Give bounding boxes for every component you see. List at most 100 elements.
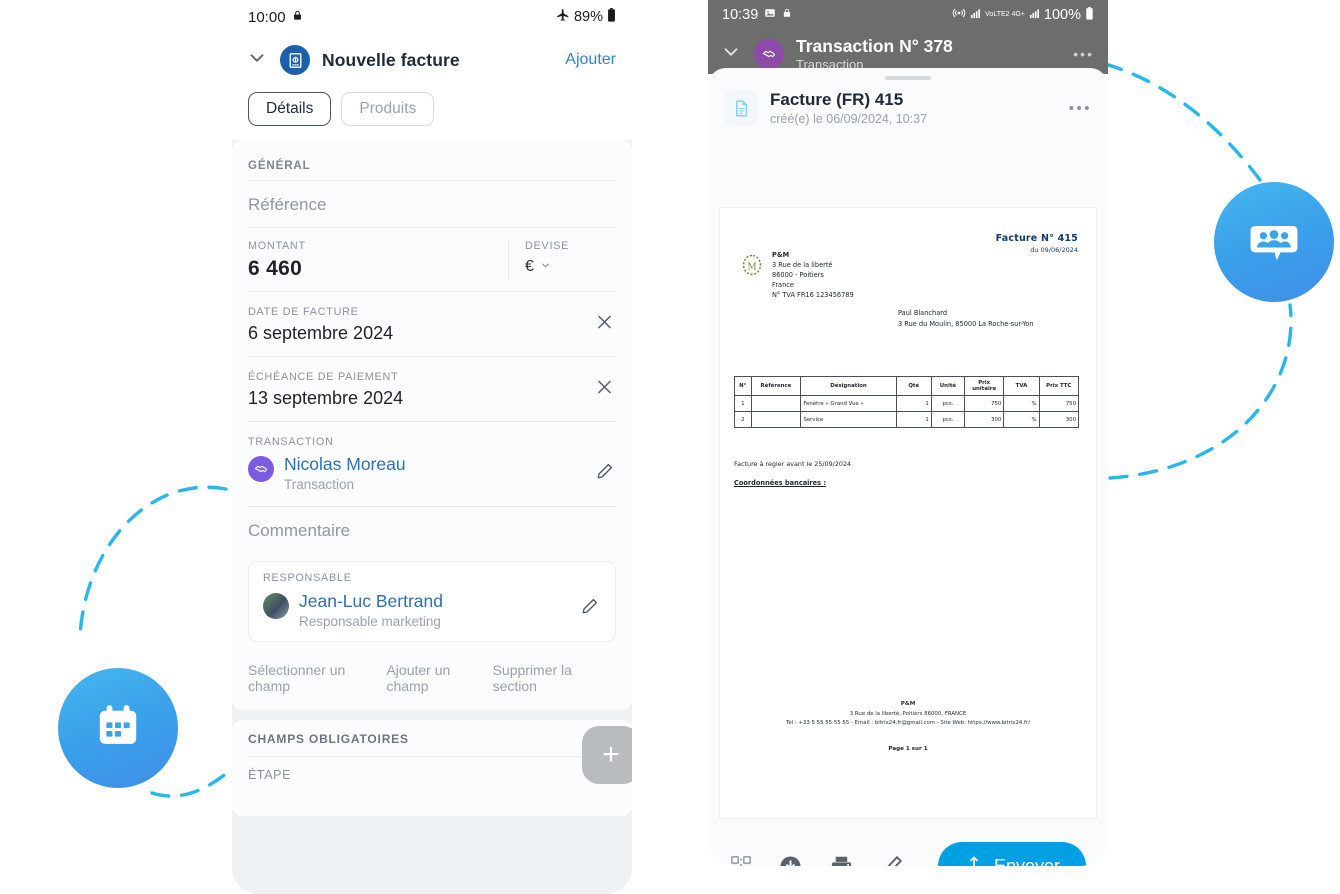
calendar-badge xyxy=(58,668,178,788)
chevron-down-icon[interactable] xyxy=(540,258,551,276)
pencil-icon[interactable] xyxy=(880,854,904,866)
clear-invoice-date-icon[interactable] xyxy=(595,313,614,336)
file-title: Facture (FR) 415 xyxy=(770,90,904,109)
th-unitprice: Prix unitaire xyxy=(963,375,1005,397)
battery-percent: 100% xyxy=(1043,7,1081,23)
responsible-label: RESPONSABLE xyxy=(263,572,352,584)
cell-designation: Fenêtre « Grand Vue » xyxy=(800,395,897,413)
invoice-date-field[interactable]: DATE DE FACTURE 6 septembre 2024 xyxy=(248,292,616,356)
cell-vat: % xyxy=(1003,411,1040,429)
edit-transaction-icon[interactable] xyxy=(596,462,614,485)
table-header-row: N° Référence Désignation Qté Unité Prix … xyxy=(734,375,1080,397)
send-button-label: Envoyer xyxy=(993,855,1060,867)
calendar-icon xyxy=(90,700,146,756)
document-icon xyxy=(724,91,758,125)
phone-right: 10:39 VoLTE2 4G+ 100% Transaction N° 378… xyxy=(708,0,1108,866)
more-horizontal-icon[interactable]: ••• xyxy=(1069,100,1092,117)
sheet-grabber[interactable] xyxy=(885,76,931,80)
send-button[interactable]: Envoyer xyxy=(937,842,1086,867)
amount-value: 6 460 xyxy=(248,257,303,280)
select-field-link[interactable]: Sélectionner un champ xyxy=(248,662,386,694)
printer-icon[interactable] xyxy=(829,854,854,866)
group-chat-badge xyxy=(1214,182,1334,302)
transaction-name[interactable]: Nicolas Moreau xyxy=(284,454,406,474)
seller-line: N° TVA FR16 123456789 xyxy=(772,291,854,300)
cell-designation: Service xyxy=(800,411,897,429)
tab-bar: Détails Produits xyxy=(232,82,632,140)
comment-placeholder: Commentaire xyxy=(248,521,351,540)
section-required-label: CHAMPS OBLIGATOIRES xyxy=(248,732,409,746)
buyer-line: 3 Rue du Moulin, 85000 La Roche-sur-Yon xyxy=(898,319,1034,328)
handshake-icon xyxy=(754,39,784,69)
right-phone-dim-header: 10:39 VoLTE2 4G+ 100% Transaction N° 378… xyxy=(708,0,1108,74)
transaction-title: Transaction N° 378 xyxy=(796,36,953,56)
tab-details[interactable]: Détails xyxy=(248,92,332,126)
footer-line: 3 Rue de la liberté, Poitiers 86000, FRA… xyxy=(849,710,967,717)
comment-field[interactable]: Commentaire xyxy=(248,507,616,553)
th-ref: Référence xyxy=(750,375,802,397)
responsible-role: Responsable marketing xyxy=(299,614,441,629)
invoice-number: Facture N° 415 xyxy=(995,233,1078,244)
battery-icon xyxy=(1085,6,1094,24)
section-actions: Sélectionner un champ Ajouter un champ S… xyxy=(248,648,616,710)
add-button[interactable]: Ajouter xyxy=(565,51,616,69)
currency-field[interactable]: DEVISE € xyxy=(508,240,616,281)
network-label: VoLTE2 4G+ xyxy=(985,11,1025,19)
cell-ref xyxy=(750,411,802,429)
signal-icon xyxy=(970,7,981,23)
battery-percent: 89% xyxy=(573,9,603,25)
status-bar-left: 10:00 89% xyxy=(232,0,632,34)
document-toolbar: Envoyer xyxy=(708,830,1108,866)
document-footer: P&M 3 Rue de la liberté, Poitiers 86000,… xyxy=(720,700,1096,728)
handshake-icon xyxy=(248,456,274,482)
lock-icon xyxy=(292,9,303,26)
tab-produits[interactable]: Produits xyxy=(341,92,435,126)
image-icon xyxy=(764,7,776,23)
responsible-card[interactable]: RESPONSABLE Jean-Luc Bertrand Responsabl… xyxy=(248,561,616,642)
edit-responsible-icon[interactable] xyxy=(581,597,599,620)
company-logo-icon: M xyxy=(742,254,762,276)
screenshot-stage: 10:00 89% Nouvelle facture Ajouter Détai… xyxy=(0,0,1340,894)
transaction-field[interactable]: TRANSACTION Nicolas Moreau Transaction xyxy=(248,422,616,506)
payment-note: Facture à regler avant le 25/09/2024 xyxy=(734,460,852,468)
cell-vat: % xyxy=(1003,395,1040,413)
cell-unit: pcs. xyxy=(930,395,966,413)
invoice-heading: Facture N° 415 du 09/06/2024 xyxy=(996,226,1078,254)
svg-text:M: M xyxy=(747,263,756,273)
responsible-name[interactable]: Jean-Luc Bertrand xyxy=(299,591,443,611)
th-unit: Unité xyxy=(930,375,966,397)
document-sheet: Facture (FR) 415 créé(e) le 06/09/2024, … xyxy=(708,68,1108,866)
avatar xyxy=(263,593,289,619)
status-bar-right: 10:39 VoLTE2 4G+ 100% xyxy=(708,0,1108,30)
file-header: Facture (FR) 415 créé(e) le 06/09/2024, … xyxy=(708,84,1108,138)
seller-line: P&M xyxy=(772,251,790,259)
due-date-field[interactable]: ÉCHÉANCE DE PAIEMENT 13 septembre 2024 xyxy=(248,357,616,421)
section-general-label: GÉNÉRAL xyxy=(248,160,311,172)
reference-field[interactable]: Référence xyxy=(248,181,616,227)
signal-icon-2 xyxy=(1029,7,1040,23)
delete-section-link[interactable]: Supprimer la section xyxy=(493,662,616,694)
invoice-preview[interactable]: Facture N° 415 du 09/06/2024 M P&M 3 Rue… xyxy=(720,208,1096,818)
download-circle-icon[interactable] xyxy=(778,854,803,866)
more-horizontal-icon[interactable]: ••• xyxy=(1073,46,1094,62)
chevron-down-icon[interactable] xyxy=(720,41,742,68)
reference-placeholder: Référence xyxy=(248,195,327,214)
amount-label: MONTANT xyxy=(248,240,306,252)
buyer-address: Paul Blanchard 3 Rue du Moulin, 85000 La… xyxy=(898,308,1034,329)
qr-code-icon[interactable] xyxy=(730,855,752,866)
page-number: Page 1 sur 1 xyxy=(888,746,928,752)
left-phone-header: Nouvelle facture Ajouter xyxy=(232,34,632,82)
add-field-link[interactable]: Ajouter un champ xyxy=(386,662,492,694)
seller-line: France xyxy=(772,281,794,290)
cell-num: 1 xyxy=(734,395,752,413)
lock-icon xyxy=(782,7,792,23)
currency-label: DEVISE xyxy=(525,240,570,252)
chevron-down-icon[interactable] xyxy=(246,47,268,74)
add-floating-button[interactable]: + xyxy=(582,726,632,784)
section-required-fields: CHAMPS OBLIGATOIRES ÉTAPE + xyxy=(232,720,632,816)
cell-qty: 1 xyxy=(895,411,932,429)
amount-field[interactable]: MONTANT 6 460 xyxy=(248,240,508,281)
clear-due-date-icon[interactable] xyxy=(595,378,614,401)
cell-unitprice: 750 xyxy=(963,395,1005,413)
page-title: Nouvelle facture xyxy=(322,49,460,70)
